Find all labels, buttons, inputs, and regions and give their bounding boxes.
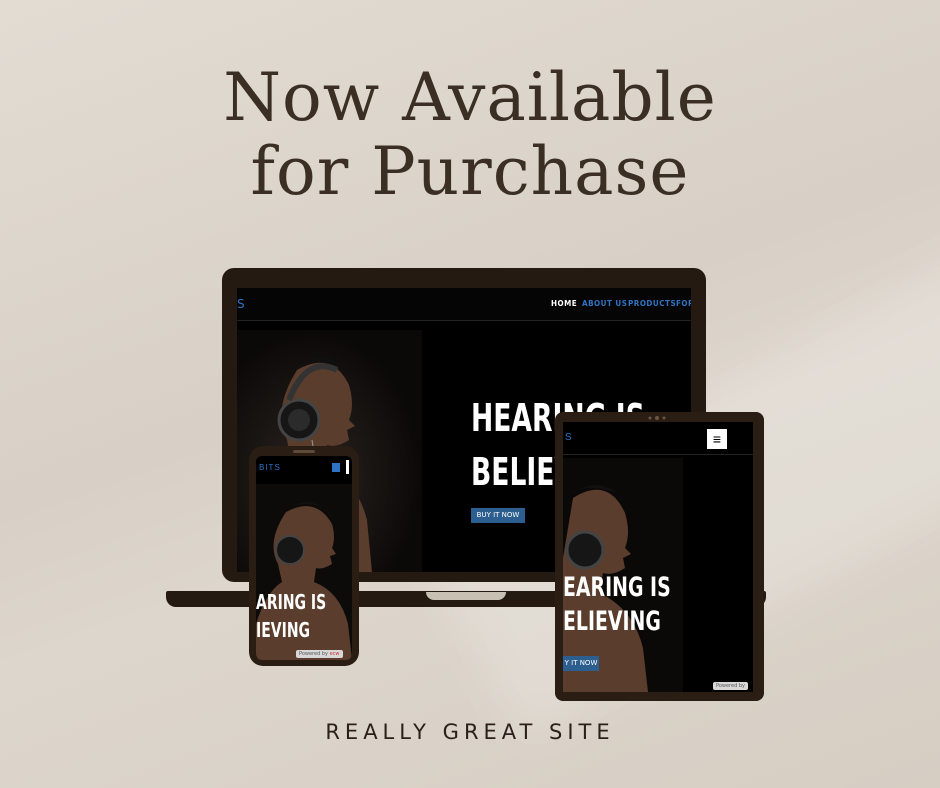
cart-icon[interactable] xyxy=(332,463,340,472)
nav-forum[interactable]: FOR xyxy=(676,299,691,308)
tablet-camera-dots-icon xyxy=(648,416,666,420)
nav-products[interactable]: PRODUCTS xyxy=(628,299,676,308)
phone-hero-line-1: ARING IS xyxy=(256,590,327,614)
powered-by-text: Powered by xyxy=(299,651,328,657)
hamburger-menu-icon[interactable]: ≡ xyxy=(707,429,727,449)
menu-icon[interactable] xyxy=(346,460,349,474)
buy-it-now-button[interactable]: BUY IT NOW xyxy=(471,508,525,523)
nav-about-us[interactable]: ABOUT US xyxy=(582,299,627,308)
tablet-buy-button[interactable]: Y IT NOW xyxy=(563,656,599,671)
site-url-footer: REALLY GREAT SITE xyxy=(325,720,615,744)
tablet-powered-by-badge[interactable]: Powered by xyxy=(713,682,748,690)
phone-brand-logo[interactable]: BITS xyxy=(259,463,281,472)
laptop-navbar: S HOME ABOUT US PRODUCTS FOR xyxy=(237,288,691,321)
tablet-screen: S ≡ EARING IS ELIEVING Y IT NOW Powered … xyxy=(563,422,753,692)
powered-by-badge[interactable]: Powered by ecw xyxy=(296,650,343,658)
tablet-nav-divider xyxy=(563,454,753,455)
headline-line-2: for Purchase xyxy=(250,133,690,210)
powered-brand: ecw xyxy=(329,651,340,657)
tablet-hero-line-1: EARING IS xyxy=(563,572,671,603)
tablet-brand-logo[interactable]: S xyxy=(565,432,572,443)
laptop-notch xyxy=(426,592,506,600)
headline-line-1: Now Available xyxy=(223,59,717,136)
phone-hero-line-2: IEVING xyxy=(256,618,311,642)
tablet-hero-line-2: ELIEVING xyxy=(563,606,661,637)
nav-home[interactable]: HOME xyxy=(551,299,577,308)
phone-speaker xyxy=(293,450,315,453)
phone-screen: BITS ARING IS IEVING Powered by ecw xyxy=(256,456,352,660)
brand-logo[interactable]: S xyxy=(237,297,245,311)
